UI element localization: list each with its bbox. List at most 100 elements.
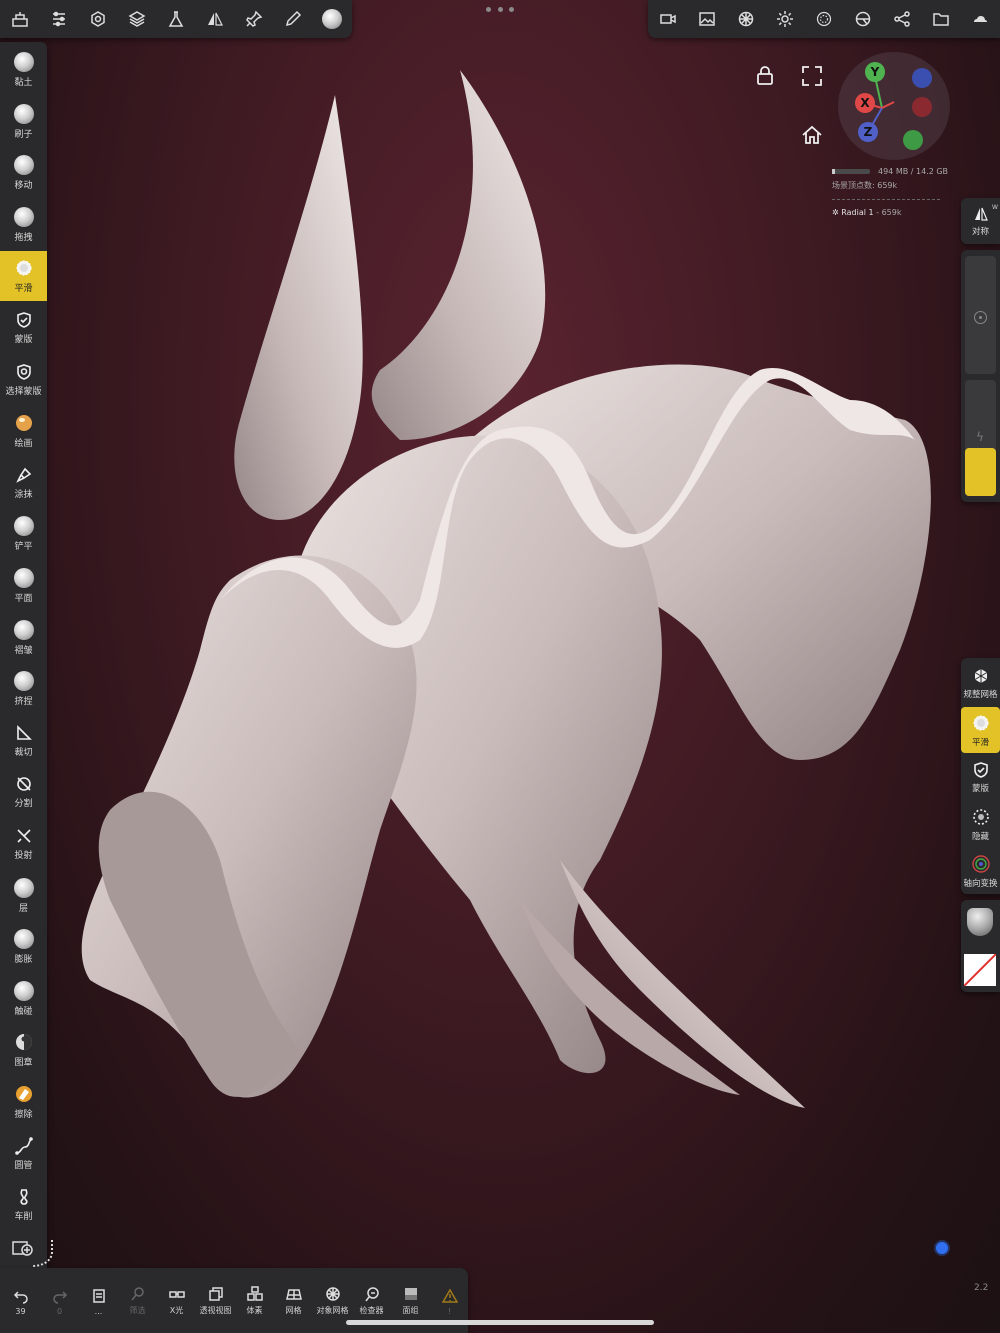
facegroup-icon: [403, 1286, 419, 1302]
tool-paint-ball[interactable]: 绘画: [0, 406, 47, 456]
sun-icon[interactable]: [765, 0, 804, 38]
tool-smudge[interactable]: 涂抹: [0, 458, 47, 508]
select-mask-shield-icon: [15, 363, 33, 381]
paint-ball-icon: [14, 413, 34, 433]
radius-slider[interactable]: [965, 256, 996, 374]
tool-inflate-ball[interactable]: 膨胀: [0, 922, 47, 972]
right-tool-hide[interactable]: 隐藏: [961, 801, 1000, 847]
tool-project[interactable]: 投射: [0, 819, 47, 869]
bottom-warning-button[interactable]: !: [430, 1270, 469, 1316]
camera-icon[interactable]: [648, 0, 687, 38]
brush-preview-icon[interactable]: [312, 0, 351, 38]
right-tool-smooth[interactable]: 平滑: [961, 707, 1000, 753]
tool-smooth[interactable]: 平滑: [0, 251, 47, 302]
tool-label: 裁切: [14, 747, 33, 758]
tool-label: 圆管: [14, 1160, 33, 1171]
bottom-label: 检查器: [359, 1306, 384, 1315]
shading-icon[interactable]: [726, 0, 765, 38]
material-sphere-icon[interactable]: [804, 0, 843, 38]
top-left-toolbar: [0, 0, 352, 38]
folder-icon[interactable]: [921, 0, 960, 38]
object-grid-icon: [325, 1286, 341, 1302]
bottom-filter-search-button[interactable]: 筛选: [118, 1270, 157, 1316]
lock-icon[interactable]: [754, 64, 776, 86]
tool-label: 触碰: [14, 1006, 33, 1017]
tool-crease-ball[interactable]: 褶皱: [0, 613, 47, 663]
home-indicator[interactable]: [346, 1320, 654, 1325]
inflate-ball-icon: [13, 929, 34, 950]
pin-icon[interactable]: [234, 0, 273, 38]
axis-y[interactable]: Y: [865, 62, 885, 82]
tool-plane-ball[interactable]: 平面: [0, 561, 47, 611]
scene-tree-icon[interactable]: [0, 0, 39, 38]
voxel-icon: [246, 1286, 263, 1302]
smooth-icon: [14, 258, 34, 278]
bottom-grid-button[interactable]: 网格: [274, 1270, 313, 1316]
tool-label: 铲平: [14, 542, 33, 553]
bottom-history-button[interactable]: ...: [79, 1270, 118, 1316]
no-texture-icon[interactable]: [964, 954, 996, 986]
fullscreen-icon[interactable]: [801, 65, 823, 87]
intensity-slider[interactable]: ϟ: [965, 380, 996, 496]
tool-label: 刷子: [14, 129, 33, 140]
cloud-icon[interactable]: [960, 0, 999, 38]
tool-trim[interactable]: 裁切: [0, 716, 47, 766]
tool-move-ball[interactable]: 移动: [0, 148, 47, 198]
tool-tube-ball[interactable]: 触碰: [0, 974, 47, 1024]
more-options-dots[interactable]: [486, 7, 514, 17]
bottom-inspector-button[interactable]: 检查器: [352, 1270, 391, 1316]
redo-icon: [52, 1288, 68, 1304]
bottom-perspective-cube-button[interactable]: 透视视图: [196, 1270, 235, 1316]
object-info[interactable]: ✲ Radial 1 - 659k: [832, 208, 901, 217]
tool-stamp[interactable]: 图章: [0, 1025, 47, 1075]
tool-mask-shield[interactable]: 蒙版: [0, 303, 47, 353]
axis-x[interactable]: X: [855, 93, 875, 113]
tool-flatten-ball[interactable]: 铲平: [0, 509, 47, 559]
brush-slider-panel: ϟ: [961, 250, 1000, 502]
tool-split[interactable]: 分割: [0, 767, 47, 817]
bottom-voxel-button[interactable]: 体素: [235, 1270, 274, 1316]
tool-tube-curve[interactable]: 圆管: [0, 1129, 47, 1179]
stats-divider: [832, 199, 940, 200]
mask-shield-icon: [15, 311, 33, 329]
quick-action-curve[interactable]: [22, 1238, 56, 1270]
tool-label: 投射: [14, 851, 33, 861]
split-icon: [15, 775, 33, 793]
topology-icon[interactable]: [843, 0, 882, 38]
intensity-fill: [965, 448, 996, 496]
matcap-sphere-icon[interactable]: [967, 908, 993, 936]
bottom-label: 0: [56, 1307, 63, 1316]
tool-drag-ball[interactable]: 拖拽: [0, 200, 47, 250]
bottom-object-grid-button[interactable]: 对象网格: [313, 1270, 352, 1316]
image-icon[interactable]: [687, 0, 726, 38]
right-tool-gizmo-transform[interactable]: 轴向变换: [961, 848, 1000, 894]
layers-icon[interactable]: [117, 0, 156, 38]
stamp-icon: [14, 1032, 34, 1052]
tool-layer-ball[interactable]: 层: [0, 871, 47, 921]
tool-lathe[interactable]: 车削: [0, 1180, 47, 1230]
flask-icon[interactable]: [156, 0, 195, 38]
memory-bar: [832, 169, 870, 174]
bottom-undo-button[interactable]: 39: [1, 1270, 40, 1316]
home-view-icon[interactable]: [801, 124, 823, 146]
bottom-xray-glasses-button[interactable]: X光: [157, 1270, 196, 1316]
history-icon: [91, 1288, 107, 1304]
axis-z[interactable]: Z: [858, 122, 878, 142]
right-tool-mask-shield[interactable]: 蒙版: [961, 754, 1000, 800]
symmetry-icon[interactable]: [195, 0, 234, 38]
gizmo-transform-icon: [971, 854, 991, 874]
tool-clay-ball[interactable]: 黏土: [0, 45, 47, 95]
share-icon[interactable]: [882, 0, 921, 38]
axis-gizmo[interactable]: Y X Z: [838, 52, 950, 160]
bottom-facegroup-button[interactable]: 面组: [391, 1270, 430, 1316]
scene-vertex-count: 场景顶点数: 659k: [832, 181, 898, 190]
tool-eraser[interactable]: 擦除: [0, 1077, 47, 1127]
settings-gear-icon[interactable]: [78, 0, 117, 38]
pen-icon[interactable]: [273, 0, 312, 38]
sliders-icon[interactable]: [39, 0, 78, 38]
bottom-redo-button[interactable]: 0: [40, 1270, 79, 1316]
tool-brush-ball[interactable]: 刷子: [0, 97, 47, 147]
right-tool-remesh[interactable]: 规整网格: [961, 660, 1000, 706]
tool-pinch-ball[interactable]: 挤捏: [0, 664, 47, 714]
tool-select-mask-shield[interactable]: 选择蒙版: [0, 355, 47, 405]
